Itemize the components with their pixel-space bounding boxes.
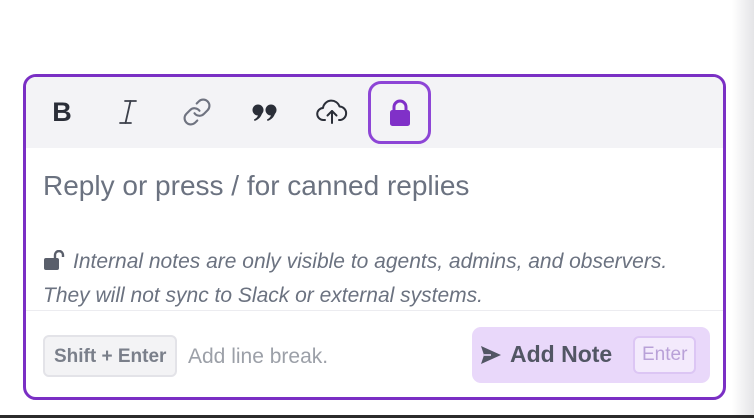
reply-composer: B Reply or press / for canned replies In… (23, 74, 726, 400)
composer-footer: Shift + Enter Add line break. Add Note E… (26, 311, 723, 397)
italic-icon (119, 100, 137, 124)
formatting-toolbar: B (26, 77, 723, 148)
shortcut-key: Shift + Enter (43, 335, 178, 377)
add-note-label: Add Note (510, 341, 613, 367)
send-icon (481, 346, 501, 364)
italic-button[interactable] (105, 89, 151, 135)
page: B Reply or press / for canned replies In… (0, 0, 754, 418)
shortcut-hint: Add line break. (188, 345, 329, 368)
cloud-upload-icon (316, 99, 348, 124)
bold-button[interactable]: B (39, 89, 85, 135)
lock-icon (389, 99, 410, 126)
add-note-button[interactable]: Add Note Enter (472, 327, 710, 383)
upload-button[interactable] (309, 89, 355, 135)
notice-text: Internal notes are only visible to agent… (43, 250, 668, 307)
submit-shortcut: Enter (633, 336, 697, 374)
edge-shadow (732, 0, 754, 418)
reply-editor[interactable]: Reply or press / for canned replies (43, 170, 469, 202)
quote-button[interactable] (242, 89, 288, 135)
internal-note-notice: Internal notes are only visible to agent… (43, 245, 683, 313)
quote-icon (252, 104, 277, 121)
link-button[interactable] (174, 89, 220, 135)
private-note-toggle[interactable] (368, 81, 431, 144)
unlock-icon (44, 250, 65, 270)
link-icon (183, 98, 211, 126)
bold-icon: B (52, 96, 72, 127)
